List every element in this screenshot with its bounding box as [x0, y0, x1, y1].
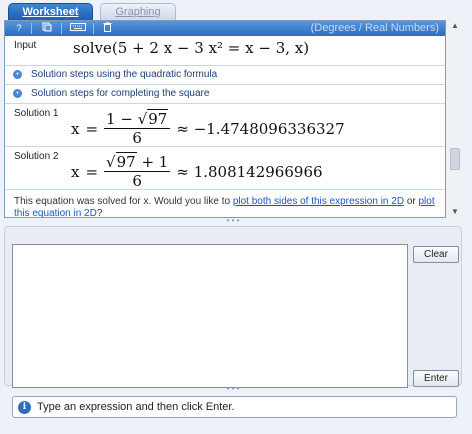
help-button[interactable]: ? [9, 22, 29, 34]
solution-fraction: √97 + 1 6 [104, 152, 171, 190]
plot-both-sides-link[interactable]: plot both sides of this expression in 2D [233, 196, 404, 207]
toolbar-separator [31, 23, 32, 34]
solution-fraction: 1 − √97 6 [104, 109, 171, 147]
toolbar-separator [93, 23, 94, 34]
expression-input[interactable] [12, 244, 408, 388]
status-bar: i Type an expression and then click Ente… [12, 396, 457, 418]
mode-indicator: (Degrees / Real Numbers) [310, 22, 439, 34]
fraction-numerator: √97 + 1 [104, 152, 171, 172]
numerator-prefix: 1 − [106, 110, 138, 128]
solution-label: Solution 1 [14, 108, 59, 119]
worksheet-scrollbar[interactable]: ▲ ▼ [448, 20, 462, 218]
note-text: ? [96, 208, 103, 218]
note-text: This equation was solved for x. Would yo… [14, 196, 233, 207]
fraction-denominator: 6 [132, 172, 142, 190]
solution-approx: ≈ −1.4748096336327 [176, 119, 345, 138]
trash-icon[interactable] [97, 22, 117, 34]
equals-sign: = [85, 119, 99, 138]
solve-note: This equation was solved for x. Would yo… [5, 196, 445, 218]
worksheet-toolbar: ? (Degrees / Real Numbers) [5, 21, 445, 36]
steps-square-row[interactable]: + Solution steps for completing the squa… [5, 85, 445, 104]
solution-2-math: x = √97 + 1 6 ≈ 1.808142966966 [71, 152, 323, 190]
steps-quadratic-link[interactable]: Solution steps using the quadratic formu… [31, 69, 217, 80]
sqrt-icon: √ [106, 153, 116, 171]
window-bottom [0, 424, 472, 434]
solution-label: Solution 2 [14, 151, 59, 162]
input-expression: solve(5 + 2 x − 3 x² = x − 3, x) [73, 39, 310, 57]
fraction-numerator: 1 − √97 [104, 109, 171, 129]
solution-var: x [71, 162, 80, 181]
tab-bar: Worksheet Graphing [0, 0, 472, 20]
solution-2-row: Solution 2 x = √97 + 1 6 ≈ 1.80814296696… [5, 147, 445, 190]
note-text: or [404, 196, 419, 207]
copy-icon[interactable] [37, 22, 57, 34]
clear-button[interactable]: Clear [413, 246, 459, 263]
steps-square-link[interactable]: Solution steps for completing the square [31, 88, 209, 99]
worksheet-output: ? (Degrees / Real Numbers) Input solve(5… [4, 20, 446, 218]
scroll-up-icon[interactable]: ▲ [448, 20, 462, 32]
scroll-down-icon[interactable]: ▼ [448, 206, 462, 218]
numerator-suffix: + 1 [136, 153, 169, 171]
solution-approx: ≈ 1.808142966966 [176, 162, 323, 181]
tab-worksheet[interactable]: Worksheet [8, 3, 93, 20]
info-icon: i [18, 401, 31, 414]
solution-var: x [71, 119, 80, 138]
expand-icon[interactable]: + [13, 89, 22, 98]
toolbar-separator [61, 23, 62, 34]
input-row: Input solve(5 + 2 x − 3 x² = x − 3, x) [5, 36, 445, 66]
radicand: 97 [115, 152, 137, 171]
equals-sign: = [85, 162, 99, 181]
pane-splitter[interactable]: • • • [4, 385, 462, 394]
radicand: 97 [147, 109, 169, 128]
input-label: Input [14, 40, 37, 51]
steps-quadratic-row[interactable]: + Solution steps using the quadratic for… [5, 66, 445, 85]
solution-1-row: Solution 1 x = 1 − √97 6 ≈ −1.4748096336… [5, 104, 445, 147]
keyboard-icon[interactable] [67, 22, 89, 34]
expand-icon[interactable]: + [13, 70, 22, 79]
solution-1-math: x = 1 − √97 6 ≈ −1.4748096336327 [71, 109, 345, 147]
fraction-denominator: 6 [132, 129, 142, 147]
enter-button[interactable]: Enter [413, 370, 459, 387]
tab-graphing[interactable]: Graphing [100, 3, 176, 20]
pane-splitter[interactable]: • • • [4, 217, 462, 226]
sqrt-icon: √ [137, 110, 148, 128]
status-text: Type an expression and then click Enter. [37, 401, 235, 413]
scroll-thumb[interactable] [450, 148, 460, 170]
